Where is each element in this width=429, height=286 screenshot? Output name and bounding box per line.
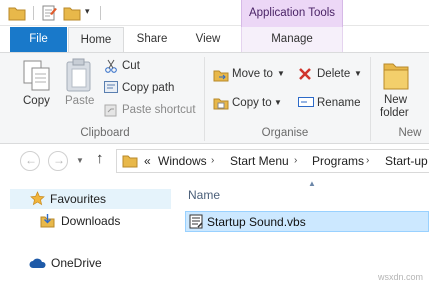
new-folder-button-line2[interactable]: folder <box>380 107 409 119</box>
copy-button[interactable]: Copy <box>23 95 50 107</box>
separator <box>100 6 101 20</box>
nav-downloads[interactable]: Downloads <box>61 214 120 228</box>
chevron-down-icon[interactable]: ▼ <box>277 69 285 78</box>
chevron-right-icon[interactable]: › <box>211 155 214 166</box>
downloads-folder-icon <box>40 214 55 228</box>
onedrive-icon <box>29 258 46 268</box>
paste-shortcut-icon[interactable] <box>104 103 118 117</box>
chevron-down-icon[interactable]: ▼ <box>274 98 282 107</box>
copy-to-button[interactable]: Copy to <box>232 97 272 109</box>
folder-icon <box>122 155 138 168</box>
file-list: ▲ Name Startup Sound.vbs <box>171 177 429 286</box>
contextual-tab-group: Application Tools <box>241 0 343 27</box>
ribbon: Copy Paste Cut Copy path Paste shortcut … <box>0 52 429 144</box>
move-to-icon[interactable] <box>213 67 229 83</box>
delete-button[interactable]: Delete <box>317 68 350 80</box>
chevron-right-icon[interactable]: › <box>366 155 369 166</box>
chevron-down-icon[interactable]: ▼ <box>354 69 362 78</box>
tab-file[interactable]: File <box>10 27 67 52</box>
tab-view[interactable]: View <box>184 27 232 52</box>
title-bar: ▾ Application Tools <box>0 0 429 27</box>
star-icon <box>30 191 45 206</box>
watermark: wsxdn.com <box>377 272 423 282</box>
tab-manage[interactable]: Manage <box>241 27 343 52</box>
tab-home[interactable]: Home <box>68 27 124 53</box>
forward-arrow-icon: → <box>53 153 65 167</box>
properties-icon[interactable] <box>40 4 58 22</box>
scissors-icon[interactable] <box>104 59 118 73</box>
tab-share[interactable]: Share <box>128 27 176 52</box>
sort-ascending-icon: ▲ <box>308 179 316 188</box>
forward-button[interactable]: → <box>48 151 68 171</box>
nav-favourites[interactable]: Favourites <box>50 192 106 206</box>
file-row[interactable]: Startup Sound.vbs <box>185 211 429 232</box>
recent-locations-icon[interactable]: ▼ <box>76 156 84 165</box>
rename-button[interactable]: Rename <box>317 97 360 109</box>
back-arrow-icon: ← <box>25 153 37 167</box>
new-group-label: New <box>398 127 422 139</box>
column-header-name[interactable]: Name <box>188 188 220 202</box>
copy-path-button[interactable]: Copy path <box>122 82 174 94</box>
separator <box>370 57 371 141</box>
breadcrumb-overflow[interactable]: « <box>144 154 151 168</box>
nav-onedrive[interactable]: OneDrive <box>51 256 102 270</box>
address-bar-row: ← → ▼ ↑ « Windows › Start Menu › Program… <box>0 145 429 177</box>
new-folder-button[interactable]: New <box>384 94 407 106</box>
breadcrumb-windows[interactable]: Windows <box>158 154 207 168</box>
copy-path-icon[interactable] <box>104 81 118 93</box>
chevron-right-icon[interactable]: › <box>294 155 297 166</box>
paste-icon[interactable] <box>64 58 94 94</box>
breadcrumb-start-up[interactable]: Start-up <box>385 154 428 168</box>
navigation-pane: Favourites Downloads OneDrive <box>0 177 171 286</box>
up-button[interactable]: ↑ <box>96 150 104 167</box>
vbs-script-icon <box>189 214 203 229</box>
breadcrumb-start-menu[interactable]: Start Menu <box>230 154 289 168</box>
separator <box>204 57 205 141</box>
rename-icon[interactable] <box>298 96 314 108</box>
ribbon-tabs: File Home Share View Manage <box>0 27 429 53</box>
copy-to-icon[interactable] <box>213 95 229 111</box>
customize-toolbar-icon[interactable]: ▾ <box>85 6 90 17</box>
contextual-group-label: Application Tools <box>248 7 336 19</box>
file-name: Startup Sound.vbs <box>207 215 306 229</box>
paste-button[interactable]: Paste <box>65 95 94 107</box>
separator <box>33 6 34 20</box>
move-to-button[interactable]: Move to <box>232 68 273 80</box>
delete-icon[interactable] <box>298 67 312 81</box>
breadcrumb-programs[interactable]: Programs <box>312 154 364 168</box>
copy-icon[interactable] <box>22 59 52 93</box>
back-button[interactable]: ← <box>20 151 40 171</box>
folder-icon[interactable] <box>8 4 26 22</box>
address-box[interactable]: « Windows › Start Menu › Programs › Star… <box>116 149 429 173</box>
paste-shortcut-button[interactable]: Paste shortcut <box>122 104 196 116</box>
new-folder-icon[interactable] <box>382 58 410 92</box>
new-folder-icon[interactable] <box>63 4 81 22</box>
organise-group-label: Organise <box>261 127 309 139</box>
cut-button[interactable]: Cut <box>122 60 140 72</box>
clipboard-group-label: Clipboard <box>80 127 130 139</box>
